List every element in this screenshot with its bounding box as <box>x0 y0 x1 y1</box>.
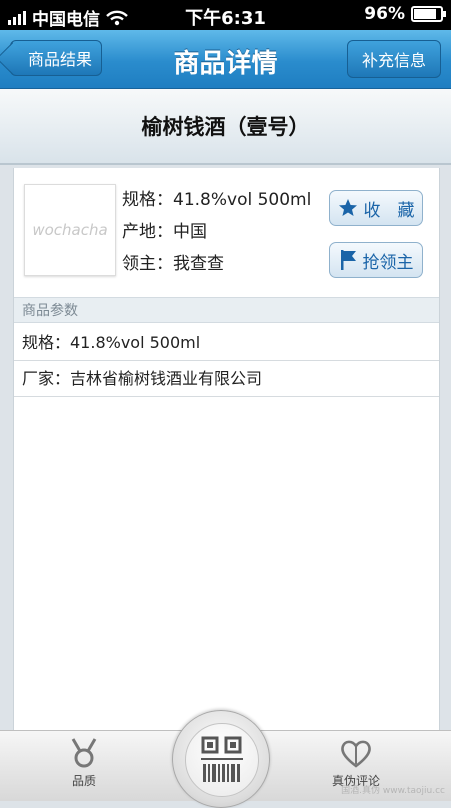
product-title-banner: 榆树钱酒（壹号） <box>0 89 451 165</box>
param-row-manufacturer: 厂家：吉林省榆树钱酒业有限公司 <box>14 362 439 397</box>
summary-origin: 产地：中国 <box>122 222 207 242</box>
summary-owner: 领主：我查查 <box>122 254 224 274</box>
medal-icon <box>71 738 97 768</box>
favorite-label: 收 藏 <box>363 200 415 221</box>
claim-label: 抢领主 <box>362 252 414 273</box>
watermark: 国酒.真伪 www.taojiu.cc <box>341 786 445 796</box>
product-thumbnail[interactable]: wochacha <box>24 184 116 276</box>
tab-quality-label: 品质 <box>71 774 96 788</box>
claim-owner-button[interactable]: 抢领主 <box>329 242 423 278</box>
product-summary: 规格：41.8%vol 500ml 产地：中国 领主：我查查 <box>122 186 318 282</box>
product-detail-card: wochacha 规格：41.8%vol 500ml 产地：中国 领主：我查查 … <box>13 168 440 798</box>
battery-percent: 96% <box>364 4 405 24</box>
product-name: 榆树钱酒（壹号） <box>141 115 310 139</box>
scan-button[interactable] <box>172 710 270 808</box>
star-icon <box>338 199 357 216</box>
status-bar: 中国电信 下午6:31 96% <box>0 0 451 30</box>
favorite-button[interactable]: 收 藏 <box>329 190 423 226</box>
battery-icon <box>411 6 446 22</box>
summary-spec: 规格：41.8%vol 500ml <box>122 190 312 210</box>
navigation-bar: 商品结果 商品详情 补充信息 <box>0 30 451 89</box>
tab-quality[interactable]: 品质 <box>34 737 134 789</box>
params-section-header: 商品参数 <box>14 297 439 323</box>
barcode-scan-icon <box>201 736 243 782</box>
param-row-spec: 规格：41.8%vol 500ml <box>14 326 439 361</box>
heart-icon <box>341 740 371 768</box>
flag-icon <box>340 250 356 270</box>
tab-authenticity-reviews[interactable]: 真伪评论 <box>306 737 406 789</box>
thumbnail-logo: wochacha <box>32 221 108 239</box>
supplement-info-button[interactable]: 补充信息 <box>347 40 441 78</box>
